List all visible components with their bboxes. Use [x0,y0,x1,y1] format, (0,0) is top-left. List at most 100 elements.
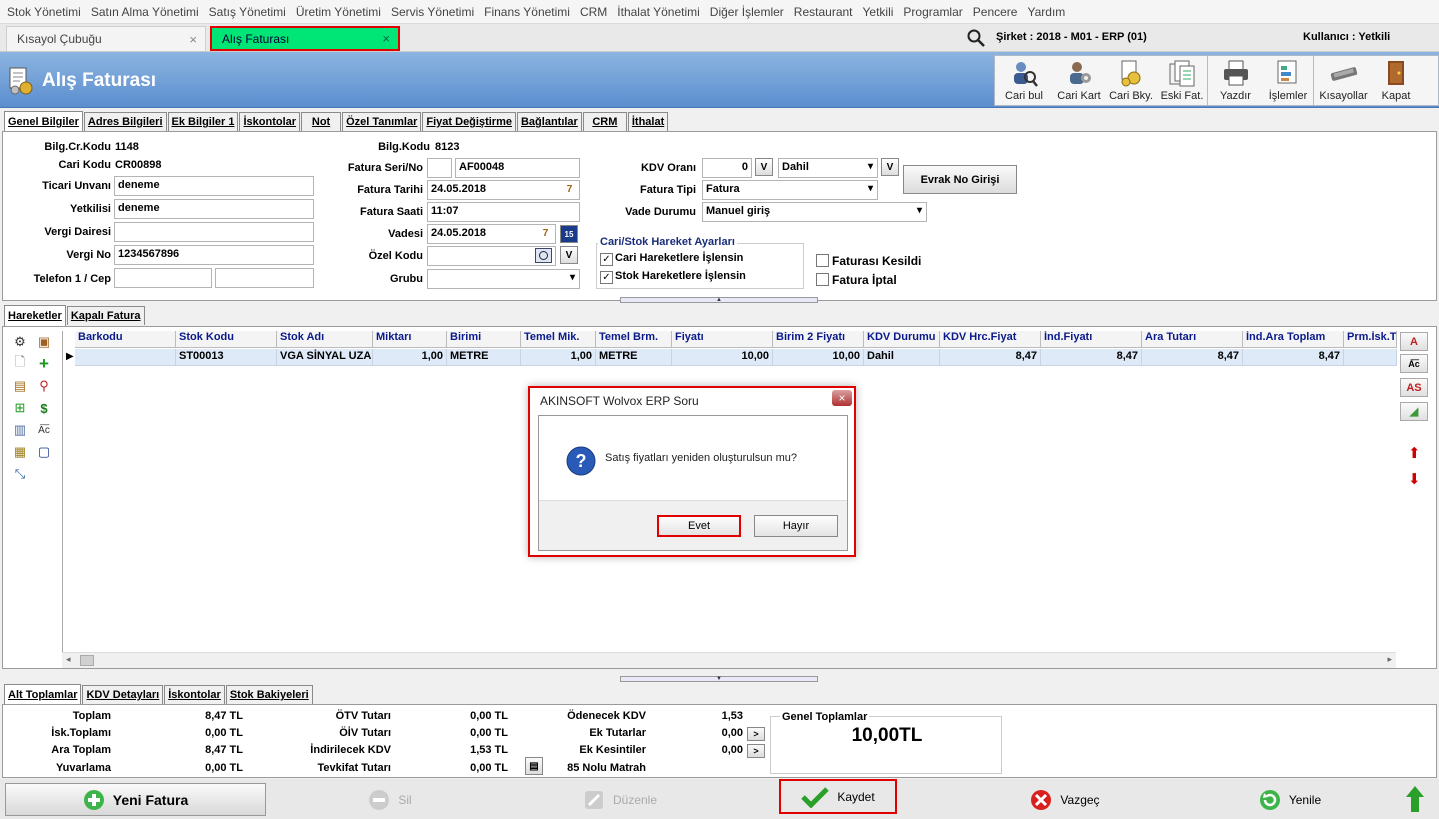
col-temel-brm[interactable]: Temel Brm. [596,331,672,348]
add-icon[interactable]: + [36,354,52,373]
table-cell[interactable]: VGA SİNYAL UZA [277,349,373,366]
table-cell[interactable]: Dahil [864,349,940,366]
vade-durumu-select[interactable]: Manuel giriş [702,202,927,222]
stok-hareket-checkbox[interactable]: ✓ [600,271,613,284]
tab-hareketler[interactable]: Hareketler [4,305,66,326]
table-cell[interactable]: 8,47 [1041,349,1142,366]
menu-yetkili[interactable]: Yetkili [858,5,899,19]
eski-fat-button[interactable]: Eski Fat. [1157,56,1207,105]
grubu-select[interactable] [427,269,580,289]
cari-hareket-checkbox[interactable]: ✓ [600,253,613,266]
tab-genel-bilgiler[interactable]: Genel Bilgiler [4,111,83,132]
table-cell[interactable]: 1,00 [373,349,447,366]
table-cell[interactable]: ST00013 [176,349,277,366]
menu-yardim[interactable]: Yardım [1022,5,1070,19]
image-icon[interactable] [535,248,552,263]
frame-icon[interactable]: ▢ [36,444,52,460]
tab-kisayol[interactable]: Kısayol Çubuğu × [6,26,206,51]
price-icon[interactable]: $ [36,400,52,416]
menu-uretim[interactable]: Üretim Yönetimi [291,5,386,19]
menu-programlar[interactable]: Programlar [898,5,967,19]
settings-icon[interactable]: ⚙ [12,334,28,350]
close-icon[interactable]: × [382,31,390,46]
vadesi-field[interactable]: 24.05.2018 [427,224,556,244]
cep-field[interactable] [215,268,314,288]
kapat-button[interactable]: Kapat [1373,56,1419,105]
horizontal-scrollbar[interactable]: ◂ ▸ [62,652,1396,668]
add-document-icon[interactable]: ⊞ [12,400,28,416]
ticari-unvani-field[interactable]: deneme [114,176,314,196]
tab-iskontolar[interactable]: İskontolar [239,112,301,131]
table-cell[interactable]: 8,47 [1243,349,1344,366]
tab-ek-bilgiler[interactable]: Ek Bilgiler 1 [167,112,239,131]
col-birim2-fiyati[interactable]: Birim 2 Fiyatı [773,331,864,348]
tab-alis-faturasi[interactable]: Alış Faturası × [210,26,400,51]
table-cell[interactable]: METRE [596,349,672,366]
evet-button[interactable]: Evet [657,515,741,537]
menu-pencere[interactable]: Pencere [968,5,1023,19]
chart-icon[interactable]: ◢ [1400,402,1428,421]
col-birimi[interactable]: Birimi [447,331,521,348]
close-icon[interactable]: × [189,32,197,47]
col-temel-mik[interactable]: Temel Mik. [521,331,596,348]
tab-adres-bilgileri[interactable]: Adres Bilgileri [83,112,167,131]
kdv-dahil-select[interactable]: Dahil [778,158,878,178]
tab-not[interactable]: Not [301,112,342,131]
scroll-right-icon[interactable]: ▸ [1387,654,1392,665]
text-replace-button[interactable]: A͞c [1400,354,1428,373]
document-icon[interactable]: ▤ [12,378,28,394]
ozel-kodu-v-button[interactable]: V [560,246,578,264]
package-icon[interactable]: ▣ [36,334,52,350]
menu-crm[interactable]: CRM [575,5,612,19]
barcode-icon[interactable]: ▦ [12,444,28,460]
col-prm-isk[interactable]: Prm.İsk.T [1344,331,1397,348]
col-miktari[interactable]: Miktarı [373,331,447,348]
tab-ozel-tanimlar[interactable]: Özel Tanımlar [342,112,422,131]
fatura-no-field[interactable]: AF00048 [455,158,580,178]
sort-as-button[interactable]: AS [1400,378,1428,397]
stock-icon[interactable]: ▥ [12,422,28,438]
menu-servis[interactable]: Servis Yönetimi [386,5,479,19]
kaydet-button[interactable]: Kaydet [779,779,897,814]
col-ara-tutari[interactable]: Ara Tutarı [1142,331,1243,348]
kisayollar-button[interactable]: Kısayollar [1313,56,1373,105]
kdv-orani-field[interactable]: 0 [702,158,752,178]
splitter-handle[interactable]: ▲ [620,297,818,303]
tab-alt-toplamlar[interactable]: Alt Toplamlar [4,684,82,705]
splitter-handle[interactable]: ▼ [620,676,818,682]
vergi-no-field[interactable]: 1234567896 [114,245,314,265]
tab-fiyat-degistirme[interactable]: Fiyat Değiştirme [422,112,516,131]
menu-satin-alma[interactable]: Satın Alma Yönetimi [86,5,204,19]
yazdir-button[interactable]: Yazdır [1207,56,1263,105]
fatura-tipi-select[interactable]: Fatura [702,180,878,200]
calendar-icon[interactable]: 7 [538,225,553,241]
tab-kdv-detaylari[interactable]: KDV Detayları [82,685,164,704]
menu-diger[interactable]: Diğer İşlemler [705,5,789,19]
table-cell[interactable]: 8,47 [1142,349,1243,366]
tab-iskontolar-bottom[interactable]: İskontolar [164,685,225,704]
col-barkodu[interactable]: Barkodu [75,331,176,348]
cari-bky-button[interactable]: Cari Bky. [1105,56,1157,105]
search-doc-icon[interactable]: ⚲ [36,378,52,394]
table-cell[interactable]: 1,00 [521,349,596,366]
move-down-icon[interactable]: ⬇ [1408,470,1421,488]
yenile-button[interactable]: Yenile [1250,783,1330,816]
close-icon[interactable]: × [832,390,852,406]
col-kdv-hrc-fiyat[interactable]: KDV Hrc.Fiyat [940,331,1041,348]
cari-bul-button[interactable]: Cari bul [995,56,1053,105]
ek-tutarlar-button[interactable]: > [747,727,765,741]
menu-restaurant[interactable]: Restaurant [789,5,858,19]
fatura-saati-field[interactable]: 11:07 [427,202,580,222]
tab-crm[interactable]: CRM [582,112,627,131]
col-stok-adi[interactable]: Stok Adı [277,331,373,348]
tab-ithalat[interactable]: İthalat [627,112,669,131]
fatura-seri-field[interactable] [427,158,452,178]
duzenle-button[interactable]: Düzenle [560,783,680,816]
search-icon[interactable] [966,28,986,48]
table-cell[interactable] [1344,349,1397,366]
text-replace-icon[interactable]: A͞c [36,422,52,438]
yetkilisi-field[interactable]: deneme [114,199,314,219]
menu-finans[interactable]: Finans Yönetimi [479,5,575,19]
yeni-fatura-button[interactable]: Yeni Fatura [5,783,266,816]
ek-kesintiler-button[interactable]: > [747,744,765,758]
